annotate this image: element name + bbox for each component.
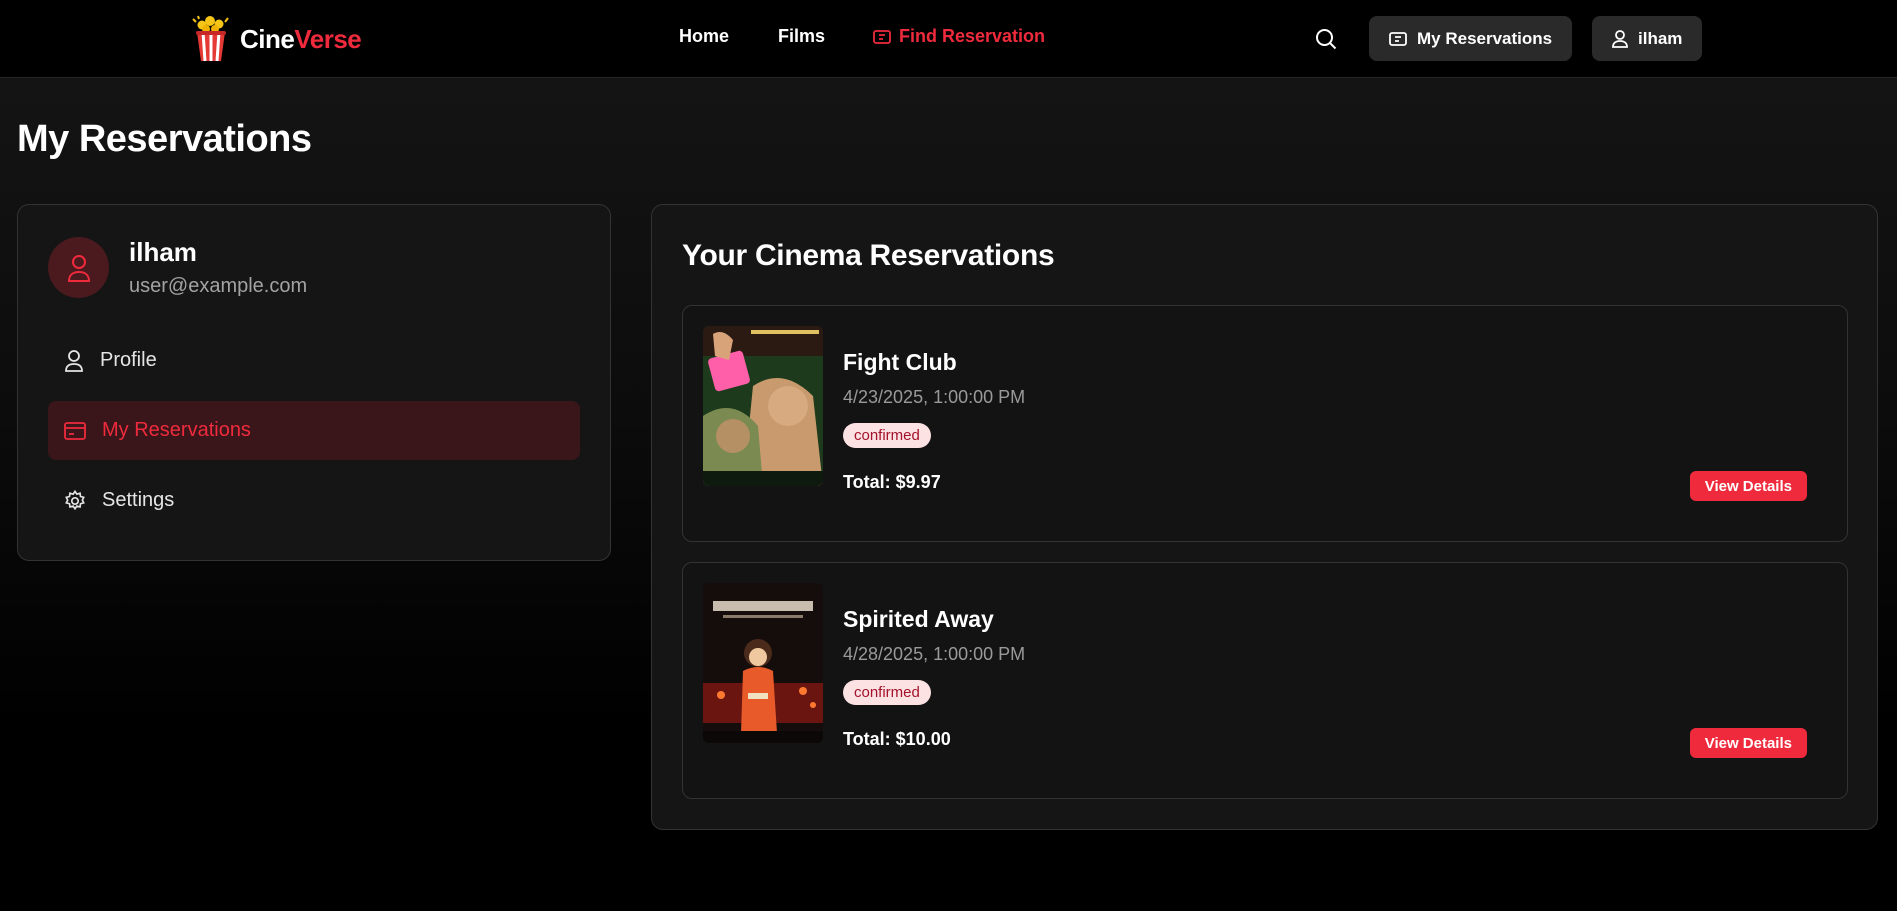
user-icon (1612, 29, 1628, 48)
user-menu-button[interactable]: ilham (1592, 16, 1703, 61)
nav-find-reservation-label: Find Reservation (899, 26, 1046, 46)
search-icon (1316, 29, 1337, 50)
brand-name-part2: Verse (294, 23, 362, 54)
ticket-icon (873, 29, 891, 44)
sidebar-item-label: Settings (102, 489, 175, 511)
spirited-away-poster-image (703, 583, 823, 743)
sidebar-item-my-reservations[interactable]: My Reservations (48, 401, 580, 460)
film-poster (703, 583, 823, 743)
reservation-card: Fight Club 4/23/2025, 1:00:00 PM confirm… (682, 305, 1848, 542)
sidebar-item-label: Profile (100, 349, 157, 371)
search-button[interactable] (1312, 25, 1340, 53)
reservation-card: Spirited Away 4/28/2025, 1:00:00 PM conf… (682, 562, 1848, 799)
nav-home[interactable]: Home (679, 26, 729, 47)
user-email: user@example.com (129, 275, 308, 297)
user-icon (67, 254, 90, 282)
nav-films[interactable]: Films (778, 26, 825, 47)
fight-club-poster-image (703, 326, 823, 486)
reservation-datetime: 4/23/2025, 1:00:00 PM (843, 387, 1026, 407)
sidebar-item-label: My Reservations (102, 419, 251, 441)
view-details-button[interactable]: View Details (1689, 471, 1807, 501)
status-badge: confirmed (843, 423, 931, 448)
film-title: Fight Club (843, 349, 957, 375)
nav-films-label: Films (778, 26, 826, 46)
film-poster (703, 326, 823, 486)
reservation-total: Total: $9.97 (843, 472, 941, 492)
my-reservations-button-label: My Reservations (1417, 28, 1553, 48)
account-sidebar: ilham user@example.com Profile My Reserv… (17, 204, 611, 561)
view-details-button[interactable]: View Details (1689, 728, 1807, 758)
reservation-total: Total: $10.00 (843, 729, 951, 749)
nav-home-label: Home (679, 26, 730, 46)
user-icon (65, 349, 83, 372)
user-menu-label: ilham (1638, 28, 1683, 48)
top-nav-bar: CineVerse Home Films Find Reservation My… (0, 0, 1897, 78)
avatar (48, 237, 109, 298)
status-badge: confirmed (843, 680, 931, 705)
brand-name-part1: Cine (240, 23, 295, 54)
film-title: Spirited Away (843, 606, 994, 632)
reservation-datetime: 4/28/2025, 1:00:00 PM (843, 644, 1026, 664)
my-reservations-button[interactable]: My Reservations (1369, 16, 1573, 61)
card-icon (64, 421, 86, 440)
page-title: My Reservations (17, 118, 312, 160)
popcorn-icon (192, 15, 229, 62)
panel-title: Your Cinema Reservations (682, 239, 1055, 272)
gear-icon (65, 489, 85, 510)
user-name: ilham (129, 237, 197, 267)
sidebar-item-profile[interactable]: Profile (48, 331, 580, 390)
sidebar-item-settings[interactable]: Settings (48, 471, 580, 530)
brand-logo[interactable]: CineVerse (190, 14, 362, 64)
brand-name: CineVerse (240, 23, 362, 55)
nav-find-reservation[interactable]: Find Reservation (873, 26, 1045, 47)
reservations-panel: Your Cinema Reservations Fight Club 4/23… (651, 204, 1878, 830)
ticket-icon (1389, 31, 1407, 46)
